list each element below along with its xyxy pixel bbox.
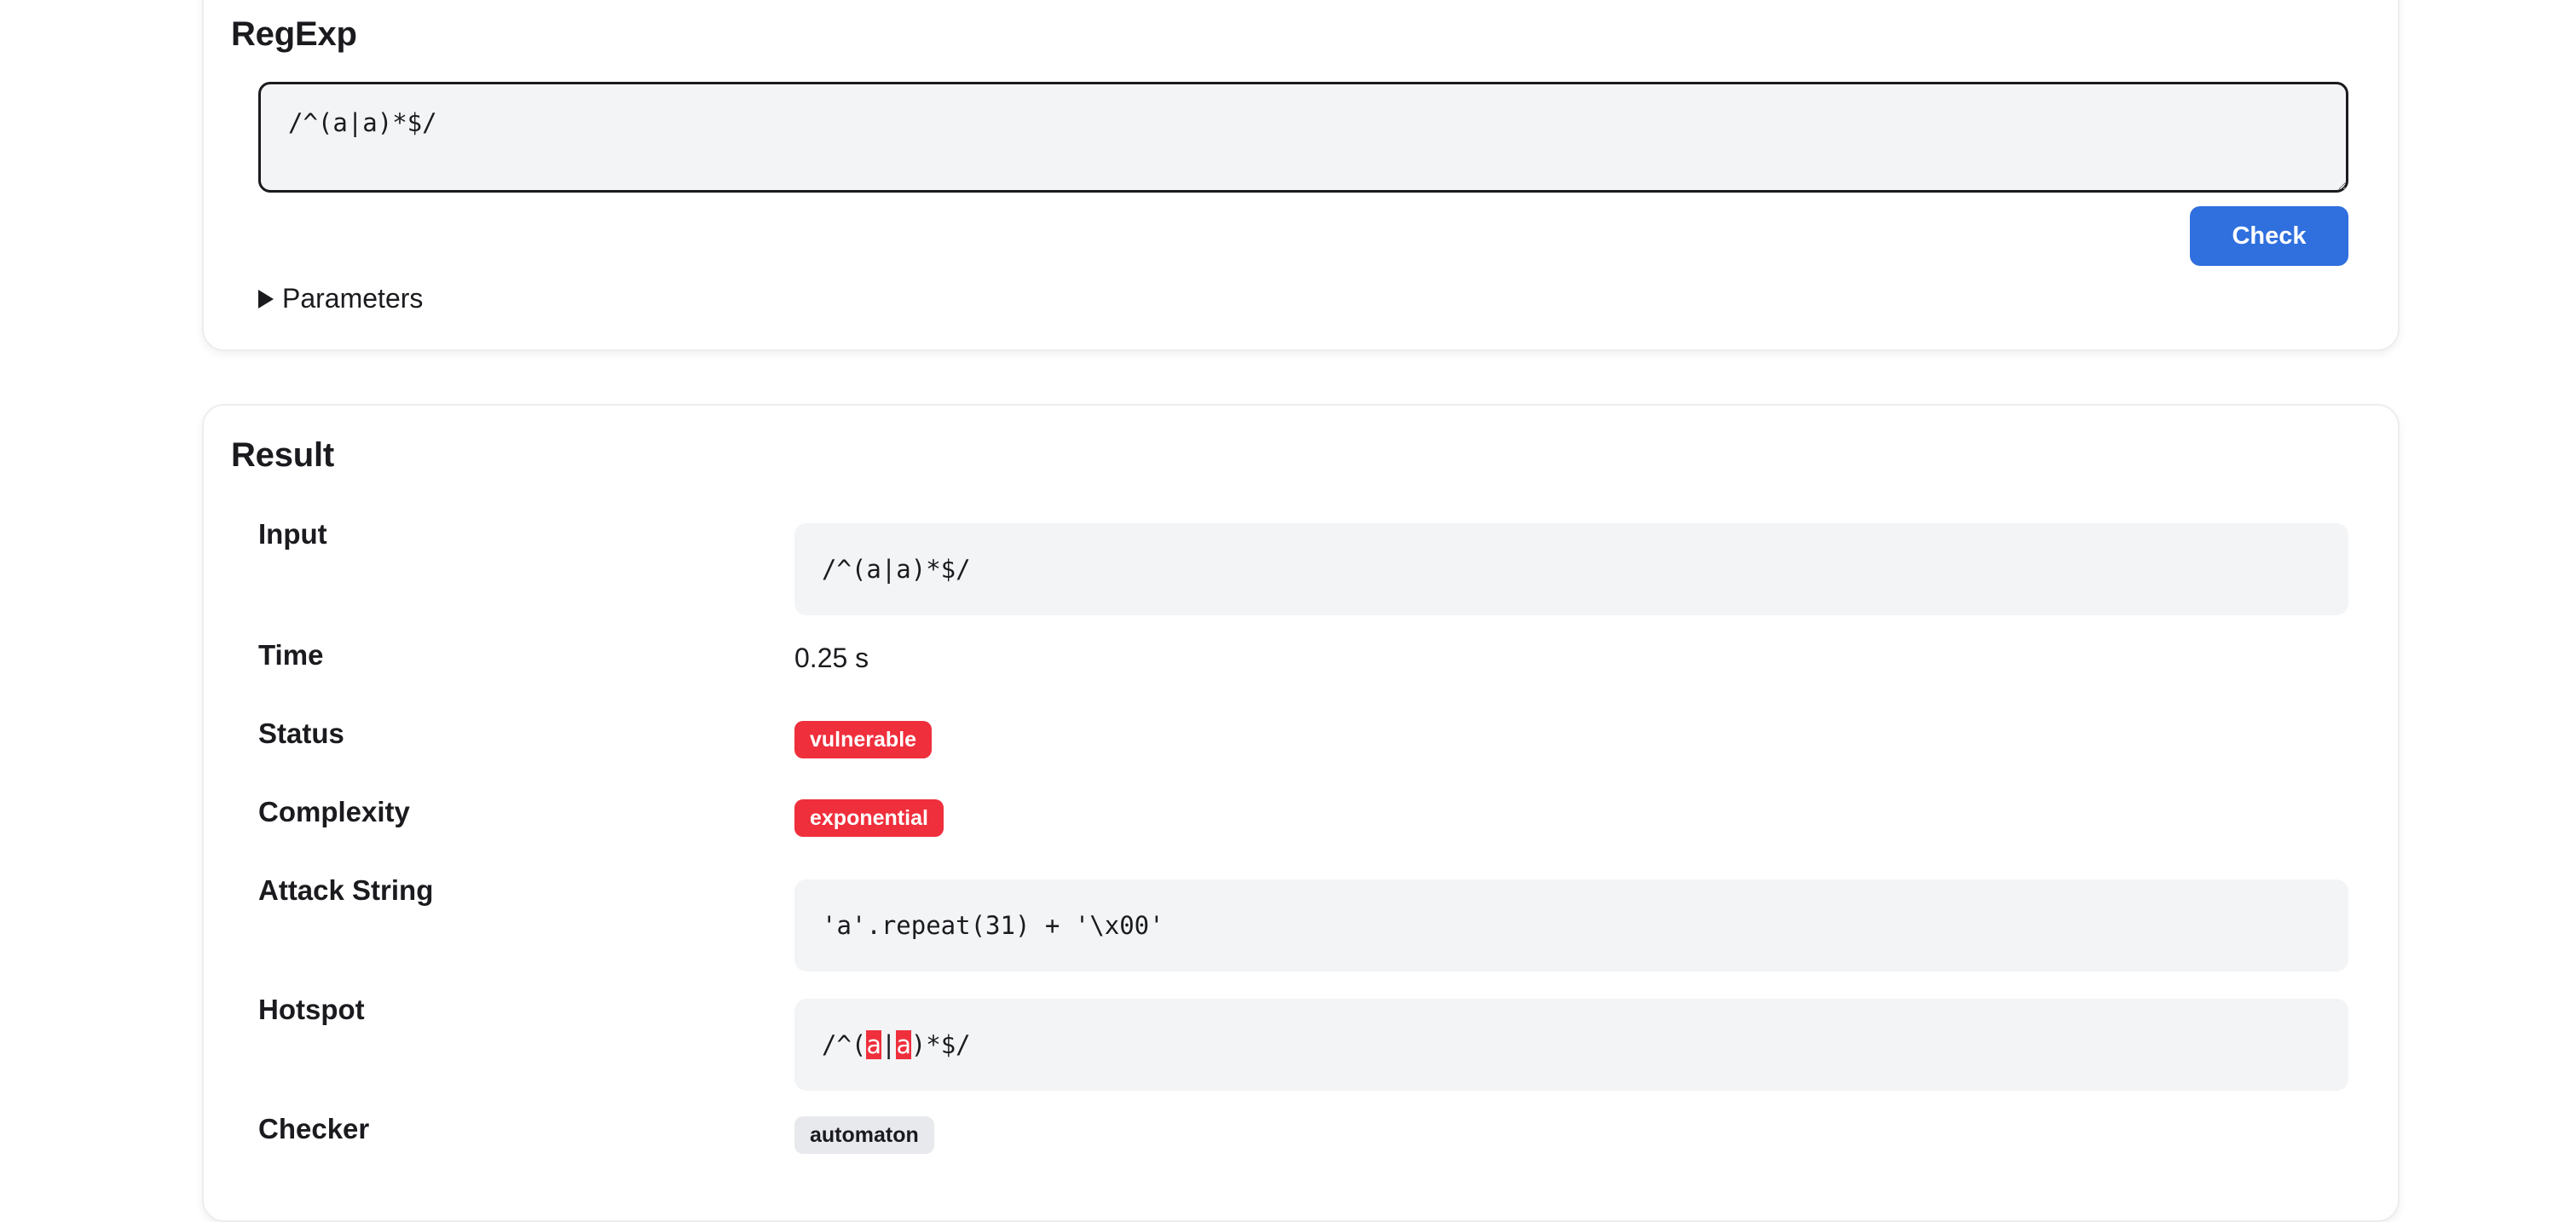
check-button[interactable]: Check — [2190, 206, 2348, 266]
parameters-label: Parameters — [282, 283, 424, 314]
status-label: Status — [258, 718, 344, 749]
hotspot-label: Hotspot — [258, 994, 365, 1025]
hotspot-segment: /^( — [822, 1030, 867, 1059]
complexity-badge: exponential — [794, 799, 944, 837]
regexp-card: RegExp Check Parameters — [202, 0, 2400, 351]
result-card: Result Input /^(a|a)*$/ Time 0.25 s Stat… — [202, 404, 2400, 1222]
checker-badge: automaton — [794, 1116, 934, 1154]
hotspot-segment: | — [881, 1030, 897, 1059]
input-value: /^(a|a)*$/ — [794, 523, 2348, 615]
attack-string-value: 'a'.repeat(31) + '\x00' — [794, 879, 2348, 971]
attack-string-label: Attack String — [258, 874, 434, 906]
regexp-input[interactable] — [258, 82, 2348, 193]
triangle-right-icon — [258, 289, 274, 308]
parameters-toggle[interactable]: Parameters — [258, 283, 423, 314]
time-label: Time — [258, 639, 324, 671]
status-badge: vulnerable — [794, 721, 933, 758]
complexity-label: Complexity — [258, 796, 410, 827]
hotspot-highlight: a — [896, 1030, 911, 1059]
time-value: 0.25 s — [794, 643, 869, 673]
hotspot-highlight: a — [866, 1030, 881, 1059]
result-title: Result — [231, 436, 335, 474]
checker-label: Checker — [258, 1113, 370, 1144]
hotspot-segment: )*$/ — [910, 1030, 971, 1059]
hotspot-value: /^(a | a)*$/ — [794, 999, 2348, 1091]
regexp-title: RegExp — [231, 15, 357, 53]
input-label: Input — [258, 518, 327, 550]
